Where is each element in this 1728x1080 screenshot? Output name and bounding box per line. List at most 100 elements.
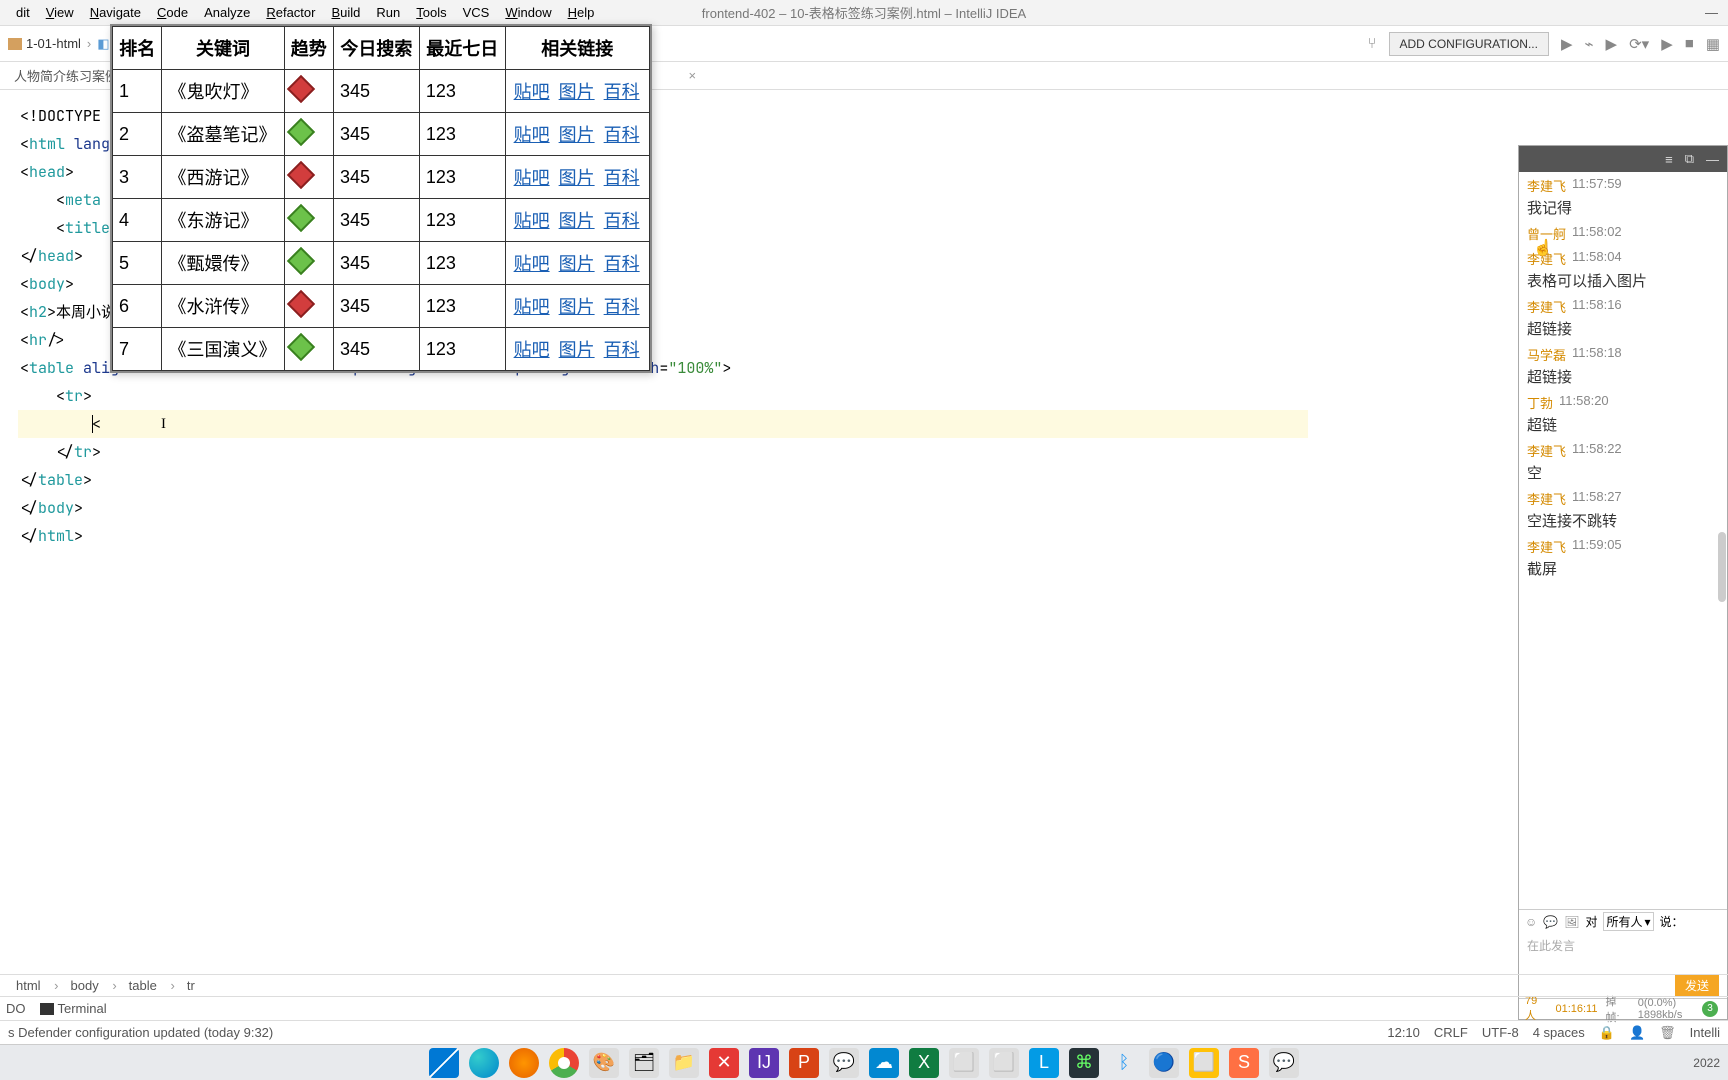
menu-window[interactable]: Window [497,3,559,22]
app-icon-4[interactable]: ☁ [869,1048,899,1078]
windows-taskbar: 🎨 🗂 📁 ✕ IJ P 💬 ☁ X ⬜ ⬜ L ⌘ ᛒ 🔵 ⬜ S 💬 202… [0,1044,1728,1080]
link-baike[interactable]: 百科 [602,168,642,188]
minimize-icon[interactable]: — [1705,5,1718,20]
link-image[interactable]: 图片 [557,254,597,274]
coverage-icon[interactable]: ▶ [1606,35,1618,53]
popout-icon[interactable]: ⧉ [1685,151,1694,167]
link-tieba[interactable]: 贴吧 [512,340,552,360]
layout-icon[interactable]: ▦ [1706,35,1720,53]
excel-icon[interactable]: X [909,1048,939,1078]
menu-help[interactable]: Help [560,3,603,22]
menu-code[interactable]: Code [149,3,196,22]
link-tieba[interactable]: 贴吧 [512,125,552,145]
taskbar-date[interactable]: 2022 [1693,1056,1720,1070]
link-tieba[interactable]: 贴吧 [512,254,552,274]
app-icon-10[interactable]: ⬜ [1189,1048,1219,1078]
firefox-icon[interactable] [509,1048,539,1078]
recipient-select[interactable]: 所有人 ▾ [1603,912,1653,931]
crumb-tr[interactable]: tr [187,978,205,993]
explorer-icon[interactable]: 📁 [669,1048,699,1078]
image-icon[interactable]: 🖼 [1564,915,1579,929]
link-image[interactable]: 图片 [557,211,597,231]
app-icon-2[interactable]: 🗂 [629,1048,659,1078]
debug-icon[interactable]: ⌁ [1585,35,1594,53]
stop-icon[interactable]: ■ [1685,35,1694,52]
menu-tools[interactable]: Tools [408,3,454,22]
menu-view[interactable]: View [38,3,82,22]
link-baike[interactable]: 百科 [602,254,642,274]
app-icon-3[interactable]: 💬 [829,1048,859,1078]
bluetooth-icon[interactable]: ᛒ [1109,1048,1139,1078]
line-ending[interactable]: CRLF [1434,1025,1468,1040]
lock-icon[interactable]: 🔒 [1599,1025,1615,1041]
indent[interactable]: 4 spaces [1533,1025,1585,1040]
chat-time: 11:58:20 [1559,393,1609,412]
link-image[interactable]: 图片 [557,125,597,145]
crumb-html[interactable]: html [16,978,59,993]
app-icon-1[interactable]: 🎨 [589,1048,619,1078]
app-icon-9[interactable]: 🔵 [1149,1048,1179,1078]
link-tieba[interactable]: 贴吧 [512,168,552,188]
run-icon[interactable]: ▶ [1561,35,1573,53]
menu-vcs[interactable]: VCS [455,3,498,22]
edge-icon[interactable] [469,1048,499,1078]
link-tieba[interactable]: 贴吧 [512,82,552,102]
powerpoint-icon[interactable]: P [789,1048,819,1078]
chat-text: 截屏 [1527,558,1719,579]
element-breadcrumb: html body table tr [0,974,1728,996]
crumb-body[interactable]: body [71,978,117,993]
menu-refactor[interactable]: Refactor [258,3,323,22]
crumb-folder[interactable]: 1-01-html [8,36,81,51]
menu-build[interactable]: Build [323,3,368,22]
chrome-icon[interactable] [549,1048,579,1078]
event-badge[interactable]: 3 [1702,1001,1718,1017]
scrollbar[interactable] [1718,532,1726,602]
app-icon-11[interactable]: S [1229,1048,1259,1078]
crumb-table[interactable]: table [129,978,175,993]
cursor-position[interactable]: 12:10 [1387,1025,1420,1040]
link-baike[interactable]: 百科 [602,82,642,102]
chat-time: 11:58:04 [1572,249,1622,268]
minimize-icon[interactable]: — [1706,152,1719,167]
app-icon-8[interactable]: ⌘ [1069,1048,1099,1078]
link-baike[interactable]: 百科 [602,125,642,145]
terminal-tab[interactable]: Terminal [40,1001,107,1016]
todo-tab[interactable]: DO [6,1001,26,1016]
chat-text: 超链接 [1527,366,1719,387]
link-image[interactable]: 图片 [557,82,597,102]
link-tieba[interactable]: 贴吧 [512,297,552,317]
link-image[interactable]: 图片 [557,340,597,360]
add-configuration-button[interactable]: ADD CONFIGURATION... [1389,32,1549,56]
app-icon-7[interactable]: L [1029,1048,1059,1078]
th-keyword: 关键词 [162,27,284,70]
memory-icon[interactable]: 🗑 [1659,1025,1676,1041]
pdf-icon[interactable]: ✕ [709,1048,739,1078]
emoji-icon[interactable]: ☺ [1525,915,1537,929]
close-icon[interactable]: × [688,68,696,83]
link-baike[interactable]: 百科 [602,297,642,317]
menu-icon[interactable]: ≡ [1665,152,1673,167]
encoding[interactable]: UTF-8 [1482,1025,1519,1040]
menu-navigate[interactable]: Navigate [82,3,149,22]
rerun-icon[interactable]: ▶ [1661,35,1673,53]
start-icon[interactable] [429,1048,459,1078]
intellij-icon[interactable]: IJ [749,1048,779,1078]
menu-analyze[interactable]: Analyze [196,3,258,22]
link-image[interactable]: 图片 [557,168,597,188]
link-baike[interactable]: 百科 [602,211,642,231]
chat-icon[interactable]: 💬 [1543,915,1558,929]
app-icon-5[interactable]: ⬜ [949,1048,979,1078]
menu-edit[interactable]: dit [8,3,38,22]
trend-green-icon [286,117,314,145]
link-image[interactable]: 图片 [557,297,597,317]
tuning-fork-icon[interactable]: ⑂ [1368,35,1377,52]
link-baike[interactable]: 百科 [602,340,642,360]
inspector-icon[interactable]: 👤 [1629,1025,1645,1041]
app-icon-12[interactable]: 💬 [1269,1048,1299,1078]
menu-run[interactable]: Run [368,3,408,22]
chat-text: 超链 [1527,414,1719,435]
link-tieba[interactable]: 贴吧 [512,211,552,231]
app-icon-6[interactable]: ⬜ [989,1048,1019,1078]
chat-input[interactable]: 在此发言 [1519,933,1727,973]
profile-icon[interactable]: ⟳▾ [1629,35,1649,53]
